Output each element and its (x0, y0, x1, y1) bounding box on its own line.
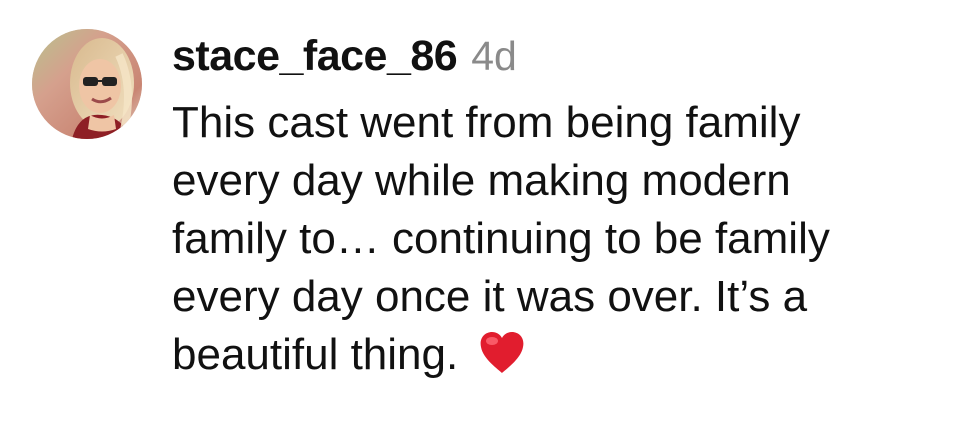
red-heart-icon-svg (481, 332, 524, 373)
comment-text: This cast went from being family every d… (172, 94, 962, 384)
comment-line-5-wrapper: beautiful thing. (172, 326, 962, 384)
comment-line-3: family to… continuing to be family (172, 214, 830, 263)
comment-line-4: every day once it was over. It’s a (172, 272, 808, 321)
comment-line-2: every day while making modern (172, 156, 791, 205)
comment-header: stace_face_86 4d (172, 32, 962, 94)
comment-line-1: This cast went from being family (172, 98, 801, 147)
avatar-image (32, 29, 142, 139)
comment-content: stace_face_86 4d This cast went from bei… (172, 32, 962, 384)
red-heart-icon (478, 331, 526, 375)
timestamp: 4d (471, 33, 517, 79)
avatar[interactable] (32, 29, 142, 139)
username-link[interactable]: stace_face_86 (172, 32, 458, 81)
comment-item: stace_face_86 4d This cast went from bei… (0, 0, 980, 422)
comment-line-5: beautiful thing. (172, 330, 459, 379)
